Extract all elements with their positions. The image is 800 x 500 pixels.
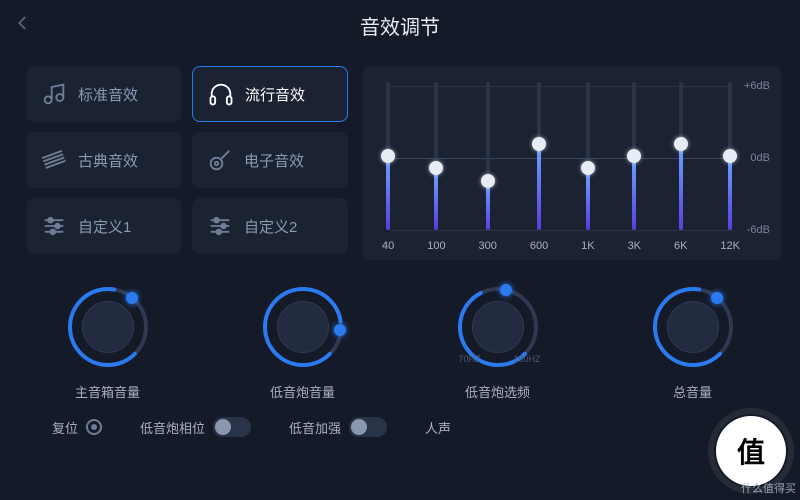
eq-slider-3K[interactable]: [632, 82, 636, 230]
preset-custom1[interactable]: 自定义1: [26, 198, 182, 254]
guitar-icon: [206, 146, 234, 174]
bottom-toggles: 复位 低音炮相位 低音加强 人声: [0, 401, 800, 437]
bass-boost-label: 低音加强: [289, 418, 341, 437]
bass-boost-toggle[interactable]: [349, 417, 387, 437]
eq-slider-600[interactable]: [537, 82, 541, 230]
db-zero-label: 0dB: [750, 152, 770, 164]
back-icon[interactable]: [14, 14, 32, 37]
eq-freq-label: 600: [530, 240, 548, 252]
knob-0[interactable]: [63, 282, 153, 372]
eq-freq-label: 3K: [628, 240, 641, 252]
eq-freq-label: 40: [382, 240, 394, 252]
eq-slider-6K[interactable]: [679, 82, 683, 230]
eq-freq-label: 12K: [720, 240, 740, 252]
eq-slider-300[interactable]: [486, 82, 490, 230]
vocal-item[interactable]: 人声: [425, 418, 451, 437]
watermark-badge: 值: [716, 416, 786, 486]
preset-label: 标准音效: [78, 84, 138, 105]
knob-label: 主音箱音量: [75, 382, 140, 401]
reset-item[interactable]: 复位: [52, 418, 102, 437]
knob-2[interactable]: 70HZ160HZ: [453, 282, 543, 372]
eq-freq-label: 1K: [581, 240, 594, 252]
preset-label: 自定义1: [78, 216, 131, 237]
preset-standard[interactable]: 标准音效: [26, 66, 182, 122]
page-title: 音效调节: [360, 11, 440, 40]
sliders-icon: [206, 212, 234, 240]
sliders-icon: [40, 212, 68, 240]
preset-label: 自定义2: [244, 216, 297, 237]
eq-slider-40[interactable]: [386, 82, 390, 230]
subwoofer-phase-item[interactable]: 低音炮相位: [140, 417, 251, 437]
phase-toggle[interactable]: [213, 417, 251, 437]
knob-label: 总音量: [673, 382, 712, 401]
preset-pop[interactable]: 流行音效: [192, 66, 348, 122]
db-plus-label: +6dB: [744, 80, 770, 92]
preset-label: 古典音效: [78, 150, 138, 171]
eq-slider-100[interactable]: [434, 82, 438, 230]
knob-3[interactable]: [648, 282, 738, 372]
knob-label: 低音炮音量: [270, 382, 335, 401]
watermark-subtitle: 什么值得买: [741, 480, 796, 496]
piano-icon: [40, 146, 68, 174]
preset-label: 电子音效: [244, 150, 304, 171]
note-icon: [40, 80, 68, 108]
vocal-label: 人声: [425, 418, 451, 437]
preset-custom2[interactable]: 自定义2: [192, 198, 348, 254]
preset-grid: 标准音效 流行音效 古典音效 电子音效 自定义1: [26, 66, 348, 260]
preset-classical[interactable]: 古典音效: [26, 132, 182, 188]
phase-label: 低音炮相位: [140, 418, 205, 437]
knob-1[interactable]: [258, 282, 348, 372]
eq-freq-label: 100: [427, 240, 445, 252]
headphones-icon: [207, 80, 235, 108]
db-minus-label: -6dB: [747, 224, 770, 236]
eq-slider-1K[interactable]: [586, 82, 590, 230]
watermark-char: 值: [737, 431, 765, 471]
eq-freq-label: 6K: [674, 240, 687, 252]
eq-slider-12K[interactable]: [728, 82, 732, 230]
preset-electronic[interactable]: 电子音效: [192, 132, 348, 188]
reset-radio[interactable]: [86, 419, 102, 435]
eq-freq-label: 300: [479, 240, 497, 252]
equalizer-panel: +6dB 0dB -6dB 40 100 300 600 1K: [362, 66, 782, 260]
reset-label: 复位: [52, 418, 78, 437]
preset-label: 流行音效: [245, 84, 305, 105]
bass-boost-item[interactable]: 低音加强: [289, 417, 387, 437]
knob-label: 低音炮选频: [465, 382, 530, 401]
